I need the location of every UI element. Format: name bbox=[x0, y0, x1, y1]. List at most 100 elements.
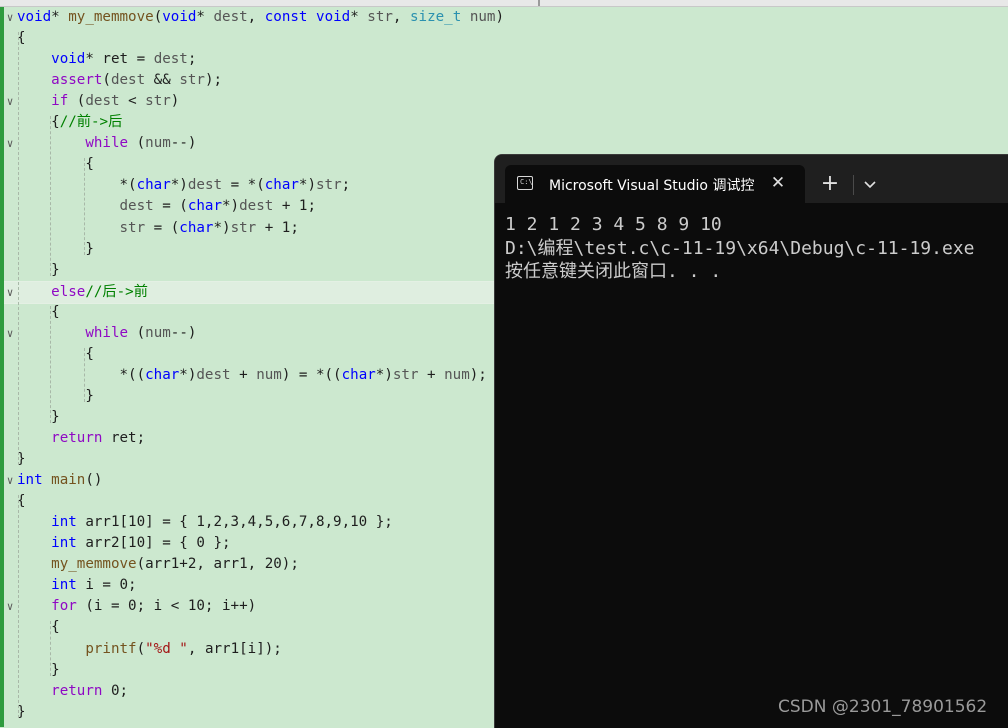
code-token: num bbox=[145, 135, 171, 152]
code-token: , bbox=[247, 9, 265, 25]
code-token: main bbox=[51, 472, 86, 489]
new-tab-button[interactable]: + bbox=[817, 171, 843, 197]
code-token: assert bbox=[51, 72, 103, 89]
code-token: str bbox=[119, 219, 146, 236]
chevron-down-icon[interactable] bbox=[859, 173, 881, 195]
code-text: return ret; bbox=[17, 428, 145, 449]
code-token: } bbox=[17, 387, 94, 404]
code-token: str bbox=[179, 72, 205, 89]
code-token: * bbox=[350, 9, 368, 25]
code-token: return bbox=[51, 682, 103, 699]
top-strip bbox=[0, 0, 1008, 7]
code-token: my_memmove bbox=[68, 9, 154, 25]
code-token: arr1[10] = { 1,2,3,4,5,6,7,8,9,10 }; bbox=[76, 514, 393, 531]
terminal-icon: C:\ bbox=[517, 176, 533, 190]
output-line: D:\编程\test.c\c-11-19\x64\Debug\c-11-19.e… bbox=[505, 237, 975, 259]
code-token: void bbox=[162, 9, 197, 25]
code-token: arr2[10] = { 0 }; bbox=[76, 535, 231, 552]
code-token: ( bbox=[128, 135, 146, 152]
code-text: void* my_memmove(void* dest, const void*… bbox=[17, 7, 504, 28]
code-token: //前->后 bbox=[59, 114, 123, 131]
code-token: //后->前 bbox=[85, 283, 148, 300]
terminal-tab-title: Microsoft Visual Studio 调试控制台 bbox=[549, 178, 755, 194]
code-text: assert(dest && str); bbox=[17, 70, 222, 91]
code-token: < bbox=[119, 93, 146, 110]
code-token: ret; bbox=[102, 430, 146, 446]
code-token: void bbox=[51, 51, 86, 68]
code-token: ; bbox=[187, 51, 197, 68]
fold-toggle-icon[interactable]: ∨ bbox=[4, 133, 16, 154]
code-text: dest = (char*)dest + 1; bbox=[17, 196, 317, 217]
fold-toggle-icon[interactable]: ∨ bbox=[4, 282, 16, 303]
code-text: while (num--) bbox=[17, 133, 196, 154]
code-token: ( bbox=[136, 640, 146, 657]
fold-toggle-icon[interactable]: ∨ bbox=[4, 7, 16, 28]
output-line: 按任意键关闭此窗口. . . bbox=[505, 261, 722, 282]
code-token: const bbox=[264, 9, 308, 25]
code-token: dest bbox=[119, 198, 154, 215]
code-token: *) bbox=[298, 177, 317, 194]
code-text: int main() bbox=[17, 470, 102, 491]
code-text: { bbox=[17, 617, 60, 638]
code-token: * bbox=[196, 9, 214, 25]
code-line[interactable]: { bbox=[0, 28, 1008, 49]
code-text: printf("%d ", arr1[i]); bbox=[17, 639, 281, 660]
code-token: } bbox=[17, 261, 60, 278]
code-token: * bbox=[51, 9, 69, 25]
code-text: } bbox=[17, 239, 94, 260]
code-token: else bbox=[51, 283, 86, 300]
code-token: { bbox=[17, 345, 94, 362]
code-text: int i = 0; bbox=[17, 575, 136, 596]
code-token: , bbox=[392, 9, 411, 25]
code-token: (i = 0; i < 10; i++) bbox=[76, 598, 257, 615]
code-token: ( bbox=[68, 93, 86, 110]
code-token: dest bbox=[153, 51, 188, 68]
code-token: num bbox=[256, 366, 282, 383]
code-token: num bbox=[469, 9, 496, 25]
code-token: while bbox=[85, 324, 129, 341]
code-line[interactable]: {//前->后 bbox=[0, 112, 1008, 133]
code-text: while (num--) bbox=[17, 323, 196, 344]
code-token: while bbox=[85, 135, 129, 152]
indent-guide bbox=[84, 158, 85, 255]
debug-console-window[interactable]: C:\ Microsoft Visual Studio 调试控制台 ✕ + 1 … bbox=[494, 154, 1008, 728]
code-token: char bbox=[264, 177, 299, 194]
code-text: int arr2[10] = { 0 }; bbox=[17, 533, 231, 554]
code-token: + 1; bbox=[273, 198, 316, 215]
code-token: char bbox=[136, 177, 171, 194]
code-line[interactable]: ∨ if (dest < str) bbox=[0, 91, 1008, 112]
code-text: {//前->后 bbox=[17, 112, 122, 133]
fold-toggle-icon[interactable]: ∨ bbox=[4, 91, 16, 112]
code-token: dest bbox=[187, 177, 223, 194]
code-token: void bbox=[316, 9, 351, 25]
fold-toggle-icon[interactable]: ∨ bbox=[4, 470, 16, 491]
terminal-tab[interactable]: C:\ Microsoft Visual Studio 调试控制台 ✕ bbox=[505, 165, 805, 203]
code-line[interactable]: ∨ void* my_memmove(void* dest, const void… bbox=[0, 7, 1008, 28]
code-token: int bbox=[51, 535, 77, 552]
code-token: *) bbox=[213, 219, 231, 236]
code-token: && bbox=[145, 72, 180, 89]
code-line[interactable]: void* ret = dest; bbox=[0, 49, 1008, 70]
code-token: str bbox=[392, 366, 419, 383]
code-token: { bbox=[17, 156, 94, 173]
code-token: { bbox=[17, 114, 60, 131]
fold-toggle-icon[interactable]: ∨ bbox=[4, 596, 16, 617]
code-token: 0; bbox=[102, 682, 129, 699]
code-token: int bbox=[51, 514, 77, 531]
code-line[interactable]: ∨ while (num--) bbox=[0, 133, 1008, 154]
fold-toggle-icon[interactable]: ∨ bbox=[4, 323, 16, 344]
close-tab-icon[interactable]: ✕ bbox=[767, 172, 789, 194]
code-text: else//后->前 bbox=[17, 282, 148, 303]
code-token: "%d " bbox=[145, 640, 188, 657]
code-token: * ret = bbox=[85, 51, 154, 68]
code-text: for (i = 0; i < 10; i++) bbox=[17, 596, 256, 617]
code-token: = *( bbox=[222, 177, 265, 194]
code-line[interactable]: assert(dest && str); bbox=[0, 70, 1008, 91]
code-token: str bbox=[230, 219, 257, 236]
